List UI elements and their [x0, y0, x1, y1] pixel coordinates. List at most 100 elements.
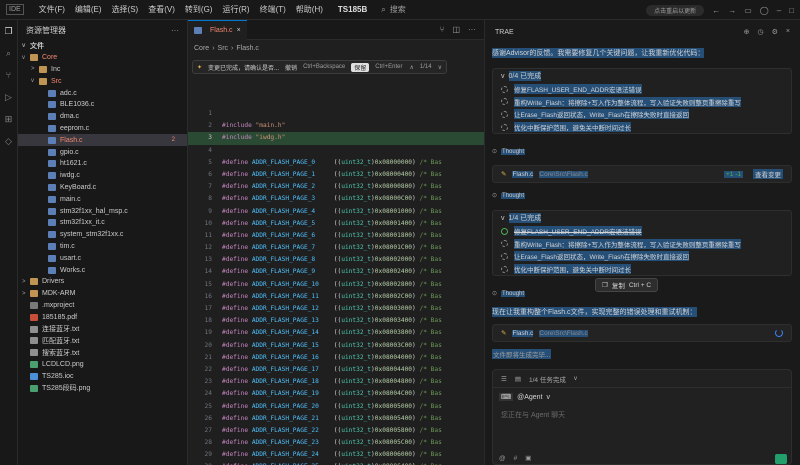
breadcrumb-item[interactable]: Src: [218, 45, 229, 52]
project-name[interactable]: TS185B: [338, 5, 367, 14]
tree-item[interactable]: Works.c: [18, 264, 187, 276]
file-generating-card[interactable]: ✎ Flash.c Core\Src\Flash.c: [492, 324, 792, 342]
code-line: 12 #define ADDR_FLASH_PAGE_7 ((uint32_t) 0…: [188, 242, 484, 254]
settings-icon[interactable]: ⚙: [772, 28, 778, 36]
send-button[interactable]: [775, 454, 787, 464]
code-view[interactable]: 1 2 #include "main.h" 3 #include "iwdg.h" 4 5 #…: [188, 108, 484, 465]
chat-input-box: ☰ ▤ 1/4 任务完成 v ⌨ @Agent v 您正在与 Agent 聊天 …: [492, 369, 792, 465]
tree-item[interactable]: gpio.c: [18, 146, 187, 158]
loading-spinner-icon: [775, 329, 783, 337]
tree-item[interactable]: > MDK-ARM: [18, 288, 187, 300]
close-icon[interactable]: ×: [786, 28, 790, 36]
task-list-header[interactable]: v 1/4 已完成: [493, 211, 791, 225]
next-change-icon[interactable]: ∨: [438, 64, 442, 71]
list-icon[interactable]: ☰: [501, 375, 507, 383]
tree-item[interactable]: adc.c: [18, 87, 187, 99]
more-actions-icon[interactable]: ···: [468, 25, 476, 34]
update-pill[interactable]: 点击重启以更新: [646, 4, 705, 16]
history-icon[interactable]: ◷: [758, 28, 764, 36]
tree-item[interactable]: > Inc: [18, 64, 187, 76]
breadcrumb-item[interactable]: Core: [194, 45, 209, 52]
agent-selector[interactable]: ⌨ @Agent v: [493, 388, 791, 406]
tree-item[interactable]: TS285.ioc: [18, 370, 187, 382]
tree-item[interactable]: dma.c: [18, 111, 187, 123]
tree-item[interactable]: usart.c: [18, 252, 187, 264]
tree-item[interactable]: 搜索蓝牙.txt: [18, 347, 187, 359]
minimize-icon[interactable]: –: [777, 6, 781, 15]
menu-item[interactable]: 转到(G): [180, 4, 218, 15]
title-search[interactable]: ⌕ 搜索: [381, 4, 405, 15]
extensions-icon[interactable]: ⊞: [4, 114, 14, 124]
account-icon[interactable]: ◯: [760, 6, 769, 15]
source-control-icon[interactable]: ⑂: [440, 25, 445, 34]
menu-item[interactable]: 文件(F): [34, 4, 70, 15]
menu-item[interactable]: 终端(T): [255, 4, 291, 15]
tree-item[interactable]: > Drivers: [18, 276, 187, 288]
explorer-icon[interactable]: ❐: [4, 26, 14, 36]
back-arrow-icon[interactable]: ←: [712, 6, 720, 15]
copy-tooltip[interactable]: ❐ 复制 Ctrl + C: [595, 278, 659, 292]
code-token: 0x08005400: [374, 414, 413, 422]
thought-toggle[interactable]: ⊙ Thought: [492, 192, 526, 199]
menu-item[interactable]: 选择(S): [107, 4, 144, 15]
undo-button[interactable]: 撤销: [285, 63, 297, 72]
tree-item[interactable]: LCDLCD.png: [18, 359, 187, 371]
files-section-header[interactable]: v 文件: [18, 40, 187, 52]
code-token: ADDR_FLASH_PAGE_4: [251, 207, 334, 215]
chevron-down-icon[interactable]: v: [574, 375, 577, 382]
search-icon[interactable]: ⌕: [4, 48, 14, 58]
split-editor-icon[interactable]: ◫: [452, 25, 460, 34]
tree-item[interactable]: KeyBoard.c: [18, 182, 187, 194]
code-token: uint32_t: [341, 183, 372, 191]
tree-item[interactable]: system_stm32f1xx.c: [18, 229, 187, 241]
run-debug-icon[interactable]: ▷: [4, 92, 14, 102]
chevron-down-icon: v: [546, 393, 551, 401]
tree-item[interactable]: TS285段码.png: [18, 382, 187, 394]
tree-item[interactable]: BLE1036.c: [18, 99, 187, 111]
line-number: 4: [208, 146, 212, 154]
tree-item[interactable]: ht1621.c: [18, 158, 187, 170]
tree-item[interactable]: stm32f1xx_hal_msp.c: [18, 205, 187, 217]
image-icon[interactable]: ▣: [525, 454, 531, 462]
chat-input[interactable]: 您正在与 Agent 聊天: [493, 410, 791, 420]
tree-item[interactable]: .mxproject: [18, 300, 187, 312]
tree-item[interactable]: tim.c: [18, 241, 187, 253]
mention-icon[interactable]: @: [499, 455, 506, 462]
menu-item[interactable]: 编辑(E): [70, 4, 107, 15]
hash-icon[interactable]: #: [514, 455, 518, 462]
thought-toggle[interactable]: ⊙ Thought: [492, 290, 526, 297]
source-control-icon[interactable]: ⑂: [4, 70, 14, 80]
tree-item[interactable]: iwdg.c: [18, 170, 187, 182]
line-number: 10: [204, 219, 212, 227]
code-token: ((: [333, 365, 342, 373]
more-actions-icon[interactable]: ···: [171, 26, 179, 35]
tree-item[interactable]: 连接蓝牙.txt: [18, 323, 187, 335]
stack-icon[interactable]: ▤: [515, 375, 521, 383]
prev-change-icon[interactable]: ∧: [410, 64, 414, 71]
menu-item[interactable]: 帮助(H): [291, 4, 328, 15]
tree-item[interactable]: main.c: [18, 193, 187, 205]
thought-toggle[interactable]: ⊙ Thought: [492, 148, 526, 155]
tree-item[interactable]: 匹配蓝牙.txt: [18, 335, 187, 347]
close-icon[interactable]: ×: [237, 27, 241, 34]
remote-icon[interactable]: ◇: [4, 136, 14, 146]
tab-flash-c[interactable]: Flash.c ×: [188, 20, 247, 40]
tree-item[interactable]: eeprom.c: [18, 123, 187, 135]
task-list-header[interactable]: v 0/4 已完成: [493, 69, 791, 83]
tree-item[interactable]: 185185.pdf: [18, 311, 187, 323]
tree-item[interactable]: stm32f1xx_it.c: [18, 217, 187, 229]
ai-chat-panel: TRAE ⊕ ◷ ⚙ × 感谢Advisor的反馈。我需要修复几个关键问题，让我…: [485, 20, 800, 465]
forward-arrow-icon[interactable]: →: [728, 6, 736, 15]
layout-icon[interactable]: ▭: [744, 6, 752, 15]
tree-item[interactable]: v Src: [18, 75, 187, 87]
tree-item[interactable]: Flash.c 2: [18, 134, 187, 147]
keep-button[interactable]: 保留: [351, 62, 370, 72]
tree-item[interactable]: v Core: [18, 52, 187, 64]
file-change-card[interactable]: ✎ Flash.c Core\Src\Flash.c +1 -1 查看变更: [492, 165, 792, 183]
maximize-icon[interactable]: □: [789, 6, 794, 15]
review-changes-button[interactable]: 查看变更: [753, 169, 783, 179]
new-chat-icon[interactable]: ⊕: [744, 28, 750, 36]
breadcrumb-item[interactable]: Flash.c: [236, 45, 259, 52]
menu-item[interactable]: 查看(V): [143, 4, 180, 15]
menu-item[interactable]: 运行(R): [217, 4, 254, 15]
